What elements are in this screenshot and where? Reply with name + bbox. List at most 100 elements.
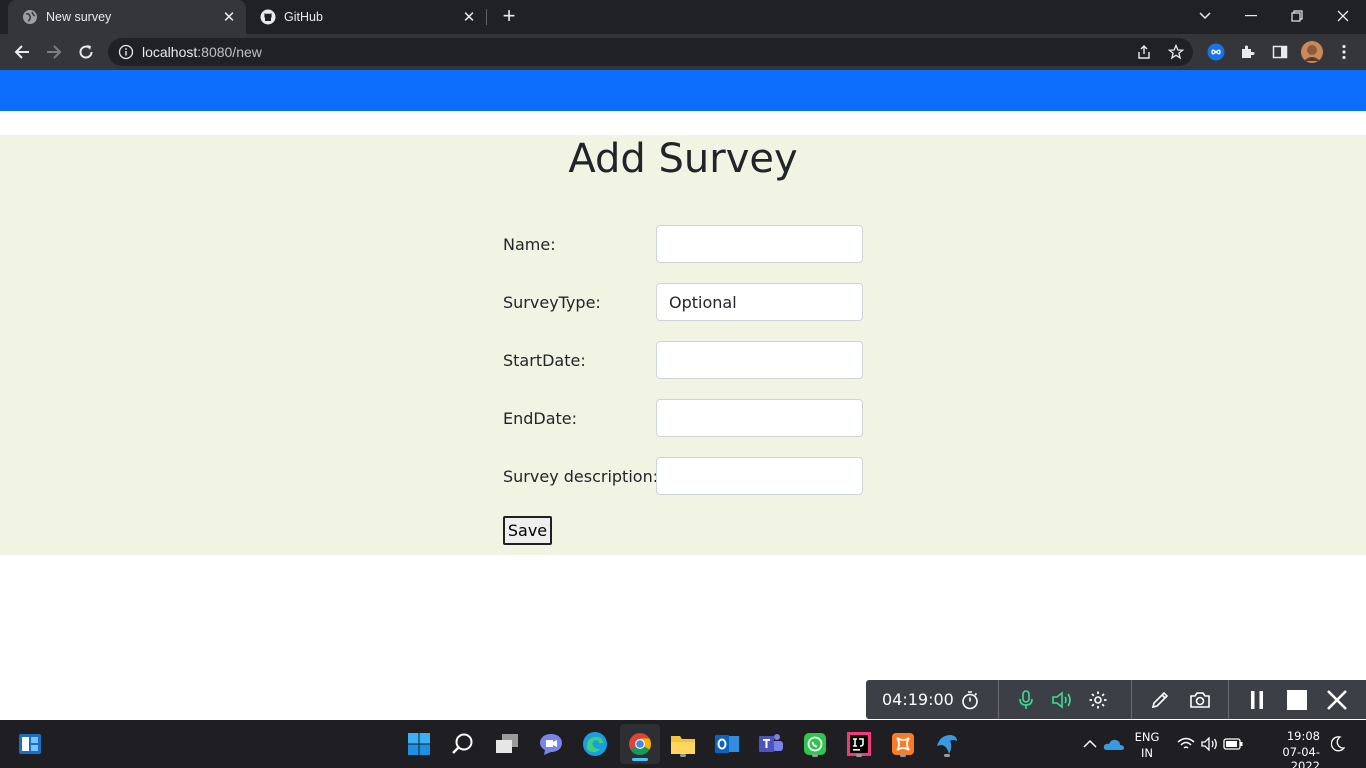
tab-new-survey[interactable]: New survey ✕ bbox=[8, 0, 246, 34]
chevron-down-icon bbox=[1199, 12, 1211, 20]
start-date-label: StartDate: bbox=[503, 351, 586, 370]
recorder-divider bbox=[1131, 680, 1132, 719]
teams-icon bbox=[759, 734, 783, 752]
close-recorder-icon[interactable] bbox=[1325, 688, 1349, 712]
form-row-survey-type: SurveyType: bbox=[503, 283, 863, 321]
search-icon bbox=[452, 733, 473, 754]
recorder-divider bbox=[998, 680, 999, 719]
tab-title: New survey bbox=[46, 10, 112, 24]
end-date-input[interactable] bbox=[656, 399, 863, 437]
extension-infinity-icon bbox=[1207, 43, 1225, 61]
camera-icon[interactable] bbox=[1188, 688, 1212, 712]
back-button[interactable] bbox=[7, 37, 37, 67]
cloud-icon bbox=[1103, 739, 1124, 750]
tab-search-button[interactable] bbox=[1182, 0, 1228, 32]
outlook-icon bbox=[715, 735, 739, 753]
settings-gear-icon[interactable] bbox=[1086, 688, 1110, 712]
form-row-description: Survey description: bbox=[503, 457, 863, 495]
extension-button[interactable] bbox=[1201, 37, 1231, 67]
recording-timer: 04:19:00 bbox=[882, 690, 954, 709]
xampp-button[interactable] bbox=[887, 728, 919, 760]
widgets-button[interactable] bbox=[14, 728, 46, 760]
mysql-workbench-button[interactable] bbox=[931, 728, 963, 760]
url-text[interactable]: localhost:8080/new bbox=[142, 44, 262, 60]
screen-recorder-bar: 04:19:00 bbox=[866, 680, 1366, 719]
speaker-icon[interactable] bbox=[1050, 688, 1074, 712]
task-view-button[interactable] bbox=[491, 728, 523, 760]
menu-button[interactable] bbox=[1329, 37, 1359, 67]
side-panel-button[interactable] bbox=[1265, 37, 1295, 67]
globe-icon bbox=[22, 9, 38, 25]
form-row-name: Name: bbox=[503, 225, 863, 263]
minimize-button[interactable] bbox=[1228, 0, 1274, 32]
battery-button[interactable] bbox=[1217, 728, 1249, 760]
search-button[interactable] bbox=[447, 728, 479, 760]
chrome-button[interactable] bbox=[620, 724, 660, 764]
save-button[interactable]: Save bbox=[503, 516, 552, 545]
browser-toolbar: localhost:8080/new bbox=[0, 34, 1366, 70]
info-icon[interactable] bbox=[118, 44, 134, 60]
outlook-button[interactable] bbox=[711, 728, 743, 760]
pencil-icon[interactable] bbox=[1148, 688, 1172, 712]
start-button[interactable] bbox=[403, 728, 435, 760]
share-icon[interactable] bbox=[1134, 42, 1154, 62]
whatsapp-button[interactable] bbox=[799, 728, 831, 760]
close-tab-icon[interactable]: ✕ bbox=[218, 6, 240, 28]
clock-time[interactable]: 19:08 bbox=[1254, 729, 1320, 743]
arrow-right-icon bbox=[47, 45, 62, 59]
form-row-end-date: EndDate: bbox=[503, 399, 863, 437]
name-input[interactable] bbox=[656, 225, 863, 263]
running-indicator bbox=[680, 754, 686, 757]
windows-icon bbox=[408, 733, 430, 755]
chrome-icon bbox=[629, 733, 651, 755]
github-icon bbox=[260, 9, 276, 25]
extensions-button[interactable] bbox=[1233, 37, 1263, 67]
notifications-button[interactable] bbox=[1322, 728, 1354, 760]
running-indicator bbox=[812, 754, 818, 757]
tab-github[interactable]: GitHub ✕ bbox=[246, 0, 486, 34]
stopwatch-icon[interactable] bbox=[958, 688, 982, 712]
teams-chat-button[interactable] bbox=[535, 728, 567, 760]
teams-button[interactable] bbox=[755, 728, 787, 760]
puzzle-icon bbox=[1242, 45, 1255, 58]
wifi-icon bbox=[1177, 737, 1195, 749]
language-indicator[interactable]: ENG bbox=[1128, 730, 1166, 744]
tab-title: GitHub bbox=[284, 10, 323, 24]
address-bar[interactable]: localhost:8080/new bbox=[108, 38, 1193, 66]
intellij-button[interactable] bbox=[843, 728, 875, 760]
description-input[interactable] bbox=[656, 457, 863, 495]
avatar bbox=[1301, 41, 1323, 63]
star-icon[interactable] bbox=[1166, 42, 1186, 62]
new-tab-button[interactable]: + bbox=[498, 5, 520, 28]
stop-icon[interactable] bbox=[1285, 688, 1309, 712]
clock-date: 07-04-2022 bbox=[1282, 745, 1320, 768]
microphone-icon[interactable] bbox=[1014, 688, 1038, 712]
running-indicator bbox=[632, 758, 648, 761]
browser-tab-strip: New survey ✕ GitHub ✕ + bbox=[0, 0, 1366, 34]
more-vert-icon bbox=[1342, 44, 1346, 60]
edge-button[interactable] bbox=[579, 728, 611, 760]
widgets-icon bbox=[19, 734, 41, 754]
reload-button[interactable] bbox=[71, 37, 101, 67]
form-row-start-date: StartDate: bbox=[503, 341, 863, 379]
onedrive-button[interactable] bbox=[1098, 728, 1130, 760]
file-explorer-button[interactable] bbox=[667, 728, 699, 760]
survey-type-input[interactable] bbox=[656, 283, 863, 321]
intellij-icon bbox=[847, 732, 871, 756]
xampp-icon bbox=[892, 733, 914, 755]
recorder-divider bbox=[1228, 680, 1229, 719]
pause-icon[interactable] bbox=[1245, 688, 1269, 712]
minimize-icon bbox=[1245, 15, 1257, 17]
task-view-icon bbox=[496, 734, 518, 753]
close-tab-icon[interactable]: ✕ bbox=[458, 6, 480, 28]
running-indicator bbox=[944, 754, 950, 757]
description-label: Survey description: bbox=[503, 467, 659, 486]
start-date-input[interactable] bbox=[656, 341, 863, 379]
arrow-left-icon bbox=[14, 45, 29, 59]
restore-button[interactable] bbox=[1274, 0, 1320, 32]
close-window-button[interactable] bbox=[1320, 0, 1366, 32]
forward-button[interactable] bbox=[39, 37, 69, 67]
tab-separator bbox=[486, 9, 487, 25]
profile-button[interactable] bbox=[1297, 37, 1327, 67]
running-indicator bbox=[856, 754, 862, 757]
